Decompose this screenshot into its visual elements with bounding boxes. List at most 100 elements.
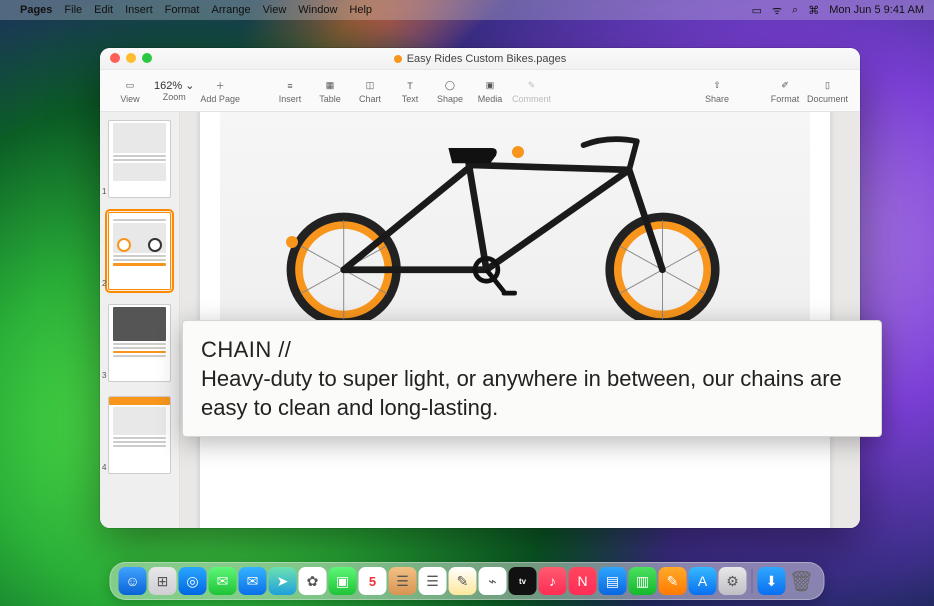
dock-contacts[interactable]: ☰	[389, 567, 417, 595]
search-icon[interactable]: ⌕	[792, 4, 798, 17]
dock-appstore[interactable]: A	[689, 567, 717, 595]
table-icon: ▦	[321, 78, 339, 94]
pages-window: Easy Rides Custom Bikes.pages ▭ View 162…	[100, 48, 860, 528]
toolbar-document-label: Document	[807, 94, 848, 104]
dock-mail[interactable]: ✉	[239, 567, 267, 595]
shape-icon: ◯	[441, 78, 459, 94]
toolbar-media-label: Media	[478, 94, 503, 104]
toolbar-chart[interactable]: ◫ Chart	[352, 78, 388, 104]
dock-safari[interactable]: ◎	[179, 567, 207, 595]
chart-icon: ◫	[361, 78, 379, 94]
format-icon: ✐	[776, 78, 794, 94]
thumbnail-3[interactable]: 3	[108, 304, 171, 382]
page-thumbnails[interactable]: 1 2 3 4	[100, 112, 180, 528]
media-icon: ▣	[481, 78, 499, 94]
dock-launchpad[interactable]: ⊞	[149, 567, 177, 595]
toolbar-add-page[interactable]: ＋ Add Page	[200, 78, 240, 104]
dock-news[interactable]: N	[569, 567, 597, 595]
window-titlebar[interactable]: Easy Rides Custom Bikes.pages	[100, 48, 860, 70]
battery-icon[interactable]: ▭	[752, 4, 762, 17]
toolbar-format[interactable]: ✐ Format	[767, 78, 803, 104]
dock-maps[interactable]: ➤	[269, 567, 297, 595]
view-icon: ▭	[121, 78, 139, 94]
dock-music[interactable]: ♪	[539, 567, 567, 595]
plus-icon: ＋	[211, 78, 229, 94]
toolbar-document[interactable]: ▯ Document	[807, 78, 848, 104]
toolbar-insert[interactable]: ≡ Insert	[272, 78, 308, 104]
menu-insert[interactable]: Insert	[125, 4, 153, 16]
dock-tv[interactable]: tv	[509, 567, 537, 595]
control-center-icon[interactable]: ⌘	[808, 4, 819, 17]
menu-arrange[interactable]: Arrange	[211, 4, 250, 16]
menu-format[interactable]: Format	[165, 4, 200, 16]
toolbar-comment-label: Comment	[512, 94, 551, 104]
toolbar-shape-label: Shape	[437, 94, 463, 104]
comment-icon: ✎	[522, 78, 540, 94]
bike-image[interactable]	[220, 112, 810, 338]
insert-icon: ≡	[281, 78, 299, 94]
document-icon	[394, 55, 402, 63]
dock-settings[interactable]: ⚙	[719, 567, 747, 595]
menu-help[interactable]: Help	[349, 4, 372, 16]
dock-facetime[interactable]: ▣	[329, 567, 357, 595]
toolbar-view[interactable]: ▭ View	[112, 78, 148, 104]
window-controls	[110, 53, 152, 63]
app-menu[interactable]: Pages	[20, 4, 52, 16]
hover-text-heading: CHAIN //	[201, 335, 863, 364]
text-icon: T	[401, 78, 419, 94]
toolbar-addpage-label: Add Page	[200, 94, 240, 104]
toolbar-insert-label: Insert	[279, 94, 302, 104]
dock-messages[interactable]: ✉	[209, 567, 237, 595]
toolbar-zoom-label: Zoom	[163, 92, 186, 102]
dock-photos[interactable]: ✿	[299, 567, 327, 595]
dock-freeform[interactable]: ⌁	[479, 567, 507, 595]
maximize-button[interactable]	[142, 53, 152, 63]
minimize-button[interactable]	[126, 53, 136, 63]
toolbar-chart-label: Chart	[359, 94, 381, 104]
dock-pages[interactable]: ✎	[659, 567, 687, 595]
toolbar-shape[interactable]: ◯ Shape	[432, 78, 468, 104]
toolbar-table-label: Table	[319, 94, 341, 104]
menu-file[interactable]: File	[64, 4, 82, 16]
toolbar-format-label: Format	[771, 94, 800, 104]
toolbar-share-label: Share	[705, 94, 729, 104]
toolbar-share[interactable]: ⇧ Share	[699, 78, 735, 104]
document-icon: ▯	[818, 78, 836, 94]
thumbnail-2[interactable]: 2	[108, 212, 171, 290]
thumb-number: 4	[102, 463, 106, 472]
callout-dot-wheel	[286, 236, 298, 248]
menubar: Pages File Edit Insert Format Arrange Vi…	[0, 0, 934, 20]
thumb-number: 3	[102, 371, 106, 380]
menu-edit[interactable]: Edit	[94, 4, 113, 16]
toolbar-view-label: View	[120, 94, 139, 104]
thumbnail-1[interactable]: 1	[108, 120, 171, 198]
zoom-value: 162%	[154, 80, 182, 92]
dock-calendar[interactable]: 5	[359, 567, 387, 595]
menu-window[interactable]: Window	[298, 4, 337, 16]
window-title: Easy Rides Custom Bikes.pages	[407, 53, 567, 65]
dock-numbers[interactable]: ▥	[629, 567, 657, 595]
toolbar-text-label: Text	[402, 94, 419, 104]
share-icon: ⇧	[708, 78, 726, 94]
dock-finder[interactable]: ☺	[119, 567, 147, 595]
dock-notes[interactable]: ✎	[449, 567, 477, 595]
toolbar-text[interactable]: T Text	[392, 78, 428, 104]
close-button[interactable]	[110, 53, 120, 63]
menu-view[interactable]: View	[263, 4, 287, 16]
dock-keynote[interactable]: ▤	[599, 567, 627, 595]
callout-dot-seat	[512, 146, 524, 158]
menubar-clock[interactable]: Mon Jun 5 9:41 AM	[829, 4, 924, 16]
wifi-icon[interactable]: ᯤ	[772, 3, 782, 18]
thumb-number: 2	[102, 279, 106, 288]
dock-downloads[interactable]: ⬇	[758, 567, 786, 595]
toolbar-comment[interactable]: ✎ Comment	[512, 78, 551, 104]
toolbar-media[interactable]: ▣ Media	[472, 78, 508, 104]
dock-reminders[interactable]: ☰	[419, 567, 447, 595]
thumb-number: 1	[102, 187, 106, 196]
thumbnail-4[interactable]: 4	[108, 396, 171, 474]
toolbar-table[interactable]: ▦ Table	[312, 78, 348, 104]
dock-trash[interactable]: 🗑	[788, 567, 816, 595]
hover-text-overlay: CHAIN // Heavy-duty to super light, or a…	[182, 320, 882, 437]
toolbar-zoom[interactable]: 162% ⌄ Zoom	[152, 79, 196, 102]
toolbar: ▭ View 162% ⌄ Zoom ＋ Add Page ≡ Insert ▦…	[100, 70, 860, 112]
